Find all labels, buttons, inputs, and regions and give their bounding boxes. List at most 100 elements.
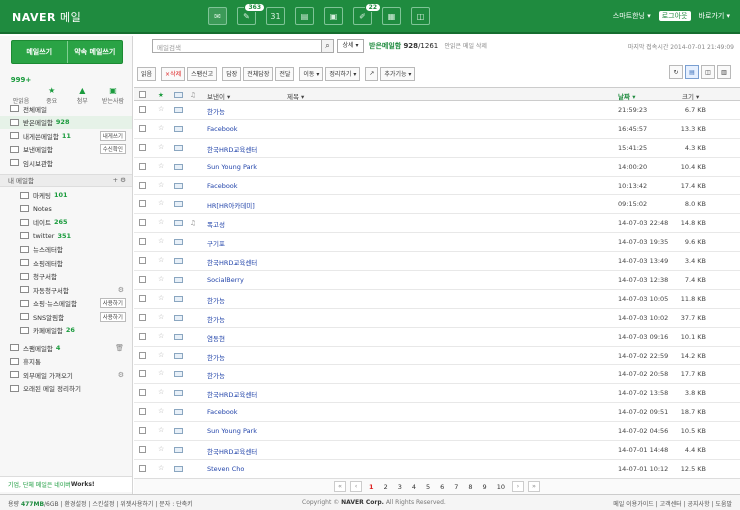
page-number[interactable]: 3: [398, 483, 402, 491]
folder-item[interactable]: 자동청구서함 ⚙: [0, 283, 132, 297]
search-input[interactable]: 메일검색: [152, 39, 322, 53]
star-icon[interactable]: ☆: [158, 351, 164, 359]
folder-item[interactable]: 휴지통: [0, 355, 132, 369]
toolbar-button-0[interactable]: 읽음: [137, 66, 157, 81]
row-checkbox[interactable]: [139, 238, 146, 246]
star-icon[interactable]: ☆: [158, 124, 164, 132]
quick-filter-1[interactable]: ★ 중요: [39, 76, 65, 105]
folder-item[interactable]: 내게쓴메일함 11 내게쓰기: [0, 129, 132, 143]
date-column[interactable]: 날짜 ▾: [618, 91, 636, 101]
mail-sender[interactable]: 한가능: [207, 314, 282, 324]
envelope-icon[interactable]: [174, 107, 183, 113]
folder-action-button[interactable]: 내게쓰기: [99, 130, 126, 141]
size-column[interactable]: 크기 ▾: [682, 91, 699, 101]
envelope-icon[interactable]: [174, 201, 183, 208]
envelope-icon[interactable]: [174, 258, 183, 265]
mail-sender[interactable]: Facebook: [207, 125, 282, 133]
mail-row[interactable]: ☆한가능[Smart People Smart Life] 웃는 하는데...⌕…: [134, 290, 740, 309]
last-page-button[interactable]: »: [527, 481, 540, 492]
shortcuts-menu[interactable]: 바로가기 ▾: [699, 11, 731, 21]
page-number[interactable]: 6: [440, 483, 444, 491]
row-checkbox[interactable]: [139, 313, 146, 321]
row-checkbox[interactable]: [139, 294, 146, 302]
prev-page-button[interactable]: ‹: [350, 481, 363, 492]
page-number[interactable]: 10: [497, 483, 505, 491]
mail-row[interactable]: ☆한가능[Smart People Smart Life] 이번주 과제는 블로…: [134, 365, 740, 385]
page-number[interactable]: 2: [384, 483, 388, 491]
envelope-icon[interactable]: [174, 390, 183, 397]
detail-search-button[interactable]: 상세 ▾: [337, 39, 364, 53]
envelope-icon[interactable]: [174, 163, 183, 170]
star-icon[interactable]: ☆: [158, 369, 164, 377]
refresh-icon[interactable]: ↻: [669, 65, 683, 79]
page-number[interactable]: 9: [483, 483, 487, 491]
mail-row[interactable]: ☆한가능메일을 트래킹 합니다.⌕ ↗21:59:236.7 KB: [134, 101, 740, 120]
row-checkbox[interactable]: [139, 370, 146, 378]
mail-row[interactable]: ☆Facebook장영민님이 타임라인 사진 사진첩에 새로운 사진을 추가했습…: [134, 403, 740, 423]
mail-row[interactable]: ☆한가능[Smart People Smart Life] 주민식 이사님께서 …: [134, 347, 740, 366]
folder-item[interactable]: 전체메일: [0, 102, 132, 116]
mail-row[interactable]: ☆SocialBerry:: New 제비용 고효율의 보도자료 상품, Pub…: [134, 271, 740, 290]
folder-item[interactable]: 받은메일함 928: [0, 115, 132, 129]
toolbar-button-8[interactable]: ↗: [365, 66, 379, 81]
mail-sender[interactable]: 한국HRD교육센터: [207, 446, 282, 456]
star-icon[interactable]: ☆: [158, 143, 164, 151]
star-icon[interactable]: ☆: [158, 105, 164, 113]
folder-item[interactable]: 청구서함: [0, 270, 132, 284]
footer-links[interactable]: | 환경설정 | 스킨설정 | 위젯사용하기 | 문자 : 단축키: [59, 501, 193, 508]
row-checkbox[interactable]: [139, 200, 146, 208]
photo-app-icon[interactable]: ▦: [382, 7, 401, 25]
star-icon[interactable]: ☆: [158, 162, 164, 170]
mail-sender[interactable]: 폭고성: [207, 219, 282, 229]
envelope-icon[interactable]: [174, 447, 183, 454]
footer-help-links[interactable]: 메일 이용가이드 | 고객센터 | 공지사항 | 도움말: [613, 499, 732, 508]
star-icon[interactable]: ☆: [158, 237, 164, 245]
envelope-icon[interactable]: [174, 277, 183, 284]
folder-item[interactable]: 마케팅 101: [0, 189, 132, 203]
folder-settings-icon[interactable]: ⚙: [118, 371, 124, 379]
mail-sender[interactable]: 한가능: [207, 106, 282, 116]
toolbar-button-3[interactable]: 답장: [222, 66, 242, 81]
mail-sender[interactable]: 한가능: [207, 370, 282, 380]
mail-sender[interactable]: SocialBerry: [207, 276, 282, 284]
mail-row[interactable]: ☆한가능[Smart People Smart Life] 좋은 책을 읽어야 …: [134, 309, 740, 328]
page-number[interactable]: 7: [454, 483, 458, 491]
row-checkbox[interactable]: [139, 106, 146, 113]
mail-sender[interactable]: 한국HRD교육센터: [207, 389, 282, 399]
mail-sender[interactable]: 한국HRD교육센터: [207, 257, 282, 267]
mail-sender[interactable]: Steven Cho: [207, 465, 282, 473]
mail-row[interactable]: ☆♫폭고성안녕하세요. 가수"폭고성"입니다.⌕ ↗14-07-03 22:48…: [134, 214, 740, 234]
schedule-compose-button[interactable]: 약속 메일쓰기: [66, 41, 123, 63]
my-mailbox-header[interactable]: 내 메일함 + ⚙: [0, 173, 132, 187]
folder-action-button[interactable]: 사용하기: [99, 298, 126, 309]
star-icon[interactable]: ☆: [158, 407, 164, 415]
delete-read-link[interactable]: 안읽은 메일 삭제: [444, 43, 486, 50]
star-icon[interactable]: ☆: [158, 275, 164, 283]
mail-row[interactable]: ☆한국HRD교육센터[환급교육] 제고관리 및 제고삭감 실천 (7.17-7.…: [134, 252, 740, 272]
mail-row[interactable]: ☆Steven Cho[Smart People Smart Life] 지금 …: [134, 460, 740, 478]
star-icon[interactable]: ☆: [158, 388, 164, 396]
mail-row[interactable]: ☆한국HRD교육센터[환급교육] 통상임금 분쟁대비 예방대책 (7.18 본관…: [134, 139, 740, 158]
star-icon[interactable]: ☆: [158, 445, 164, 453]
search-icon[interactable]: ⌕: [322, 39, 334, 53]
folder-item[interactable]: 오래된 메일 정리하기: [0, 382, 132, 396]
folder-item[interactable]: 쇼핑·뉴스메일함 사용하기: [0, 297, 132, 311]
star-icon[interactable]: ☆: [158, 256, 164, 264]
folder-item[interactable]: SNS알림함 사용하기: [0, 310, 132, 324]
page-number[interactable]: 4: [412, 483, 416, 491]
envelope-icon[interactable]: [174, 314, 183, 321]
cloud-app-icon[interactable]: ◫: [411, 7, 430, 25]
read-column-icon[interactable]: [174, 92, 183, 98]
folder-settings-icon[interactable]: ⚙: [118, 286, 124, 294]
select-all-checkbox[interactable]: [139, 91, 146, 98]
subject-column[interactable]: 제목 ▾: [287, 91, 304, 101]
mail-sender[interactable]: 한가능: [207, 295, 282, 305]
folder-tools[interactable]: + ⚙: [113, 176, 126, 184]
toolbar-button-9[interactable]: 추가기능 ▾: [380, 66, 416, 81]
row-checkbox[interactable]: [139, 389, 146, 397]
row-checkbox[interactable]: [139, 219, 146, 227]
toolbar-button-6[interactable]: 이동 ▾: [299, 66, 324, 81]
envelope-icon[interactable]: [174, 125, 183, 132]
sender-column[interactable]: 보낸이 ▾: [207, 91, 230, 101]
page-number[interactable]: 8: [468, 483, 472, 491]
